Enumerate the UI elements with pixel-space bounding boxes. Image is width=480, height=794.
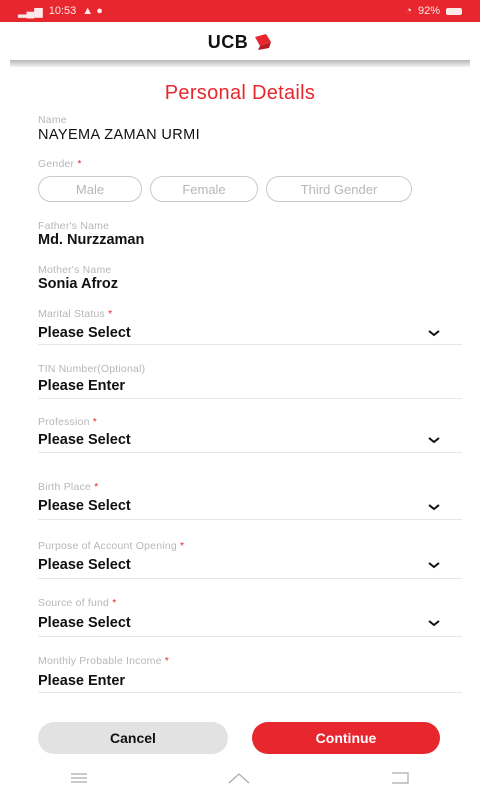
tin-number-underline <box>38 398 462 399</box>
monthly-income-underline <box>38 692 462 693</box>
source-of-fund-label: Source of fund * <box>38 597 117 609</box>
status-bar: ▂▄▆ 10:53 ▲ ● ◔ 92% <box>0 0 480 22</box>
status-time: 10:53 <box>48 5 77 17</box>
back-icon[interactable] <box>389 771 411 785</box>
mother-name-value: Sonia Afroz <box>38 276 119 292</box>
cancel-button[interactable]: Cancel <box>38 722 228 754</box>
chevron-down-icon[interactable] <box>427 435 441 445</box>
purpose-label: Purpose of Account Opening * <box>38 540 185 552</box>
gender-option-third-gender[interactable]: Third Gender <box>266 176 412 202</box>
profession-underline <box>38 452 462 453</box>
battery-icon <box>446 7 462 15</box>
tin-number-input[interactable]: Please Enter <box>38 378 125 394</box>
system-nav-bar <box>0 762 480 794</box>
birth-place-underline <box>38 519 462 520</box>
marital-status-underline <box>38 344 462 345</box>
marital-status-select[interactable]: Please Select <box>38 325 131 341</box>
battery-percent: 92% <box>417 5 440 17</box>
chevron-down-icon[interactable] <box>427 328 441 338</box>
continue-button[interactable]: Continue <box>252 722 440 754</box>
birth-place-select[interactable]: Please Select <box>38 498 131 514</box>
mother-name-label: Mother's Name <box>38 264 112 276</box>
profession-select[interactable]: Please Select <box>38 432 131 448</box>
wifi-icon: ◔ <box>405 5 412 17</box>
profession-label: Profession * <box>38 416 98 428</box>
notification-icon: ▲ ● <box>82 5 103 17</box>
purpose-underline <box>38 578 462 579</box>
chevron-down-icon[interactable] <box>427 618 441 628</box>
gender-option-female[interactable]: Female <box>150 176 258 202</box>
header-divider <box>10 60 470 67</box>
monthly-income-input[interactable]: Please Enter <box>38 673 125 689</box>
name-value: NAYEMA ZAMAN URMI <box>38 127 201 143</box>
gender-option-male[interactable]: Male <box>38 176 142 202</box>
marital-status-label: Marital Status * <box>38 308 113 320</box>
page-title: Personal Details <box>164 82 316 104</box>
source-of-fund-underline <box>38 636 462 637</box>
purpose-select[interactable]: Please Select <box>38 557 131 573</box>
tin-number-label: TIN Number(Optional) <box>38 363 146 375</box>
app-header: UCB <box>0 22 480 62</box>
signal-icon: ▂▄▆ <box>18 5 43 18</box>
logo-mark-icon <box>255 34 272 50</box>
name-label: Name <box>38 114 67 126</box>
logo-text: UCB <box>207 31 249 52</box>
chevron-down-icon[interactable] <box>427 560 441 570</box>
menu-icon[interactable] <box>69 772 89 784</box>
birth-place-label: Birth Place * <box>38 481 99 493</box>
father-name-value: Md. Nurzzaman <box>38 232 145 248</box>
father-name-label: Father's Name <box>38 220 110 232</box>
chevron-down-icon[interactable] <box>427 502 441 512</box>
source-of-fund-select[interactable]: Please Select <box>38 615 131 631</box>
home-icon[interactable] <box>227 771 251 785</box>
monthly-income-label: Monthly Probable Income * <box>38 655 170 667</box>
gender-label: Gender * <box>38 158 82 170</box>
